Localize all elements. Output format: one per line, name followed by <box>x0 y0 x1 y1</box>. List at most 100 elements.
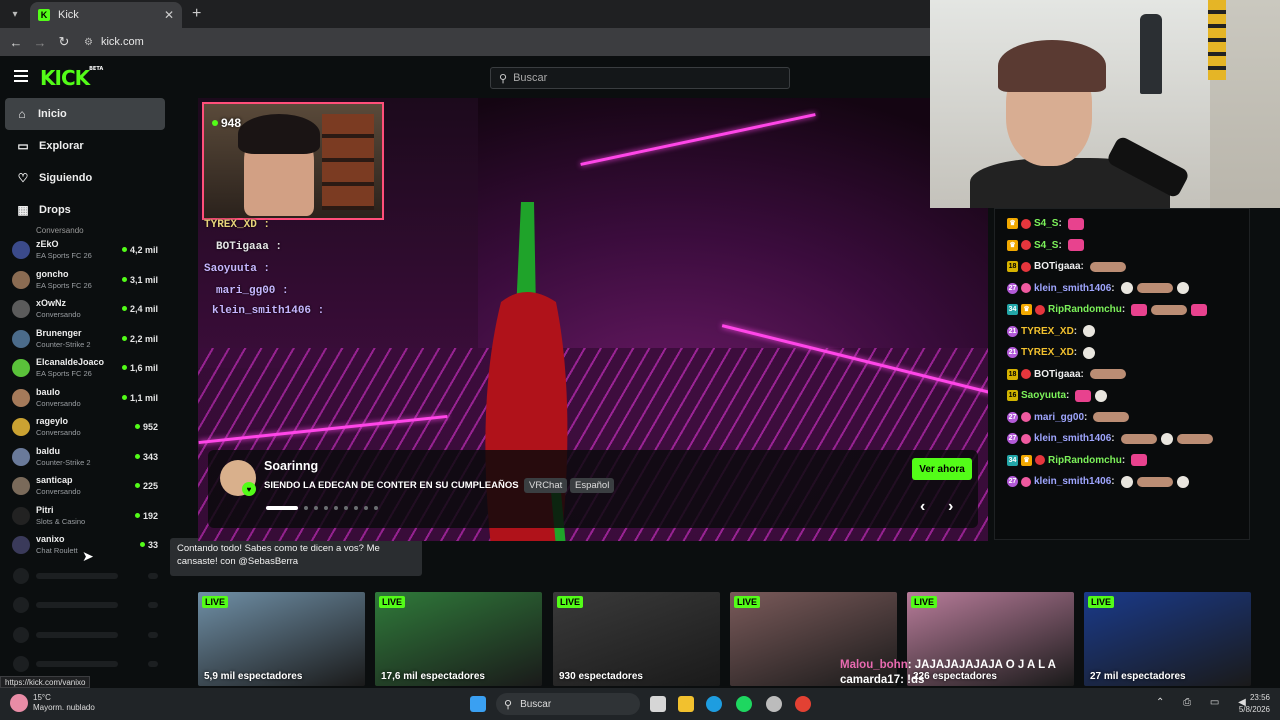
chat-username[interactable]: mari_gg00 <box>1034 412 1084 423</box>
chat-username[interactable]: BOTigaaa <box>1034 369 1081 380</box>
tag-category[interactable]: VRChat <box>524 478 568 493</box>
stream-thumbnail[interactable]: LIVE 930 espectadores <box>553 592 720 686</box>
channel-viewers: 33 <box>139 540 158 550</box>
url-field[interactable]: ⚙ kick.com <box>84 36 144 48</box>
chrome-icon[interactable] <box>795 696 811 712</box>
channel-name: Pitri <box>36 504 54 515</box>
chat-message: ♛ S4_S: <box>995 235 1249 257</box>
taskbar-search[interactable]: ⚲ Buscar <box>496 693 640 715</box>
weather-widget[interactable]: 15°C Mayorm. nublado <box>10 693 95 713</box>
channel-name: santicap <box>36 475 73 485</box>
browser-tab[interactable]: K Kick ✕ <box>30 2 182 28</box>
file-explorer-icon[interactable] <box>678 696 694 712</box>
menu-icon[interactable] <box>14 70 28 82</box>
chat-username[interactable]: S4_S <box>1034 218 1058 229</box>
sidebar-channel-goncho[interactable]: goncho EA Sports FC 26 3,1 mil <box>0 266 170 296</box>
stream-thumbnail[interactable]: LIVE 17,6 mil espectadores <box>375 592 542 686</box>
chat-username[interactable]: S4_S <box>1034 240 1058 251</box>
sidebar-channel-santicap[interactable]: santicap Conversando 225 <box>0 472 170 502</box>
cam-hair <box>238 114 320 154</box>
chat-username[interactable]: TYREX_XD <box>1021 326 1074 337</box>
chat-username[interactable]: klein_smith1406 <box>1034 433 1111 444</box>
overlay-chat-line: TYREX_XD : <box>204 219 271 231</box>
featured-stream-player[interactable]: 948 TYREX_XD : BOTigaaa : Saoyuuta : mar… <box>198 98 988 541</box>
crown-badge-icon: ♛ <box>1007 218 1018 230</box>
tab-search-icon[interactable]: ▾ <box>4 3 26 25</box>
reload-icon[interactable]: ↻ <box>52 34 76 50</box>
sidebar-item-drops[interactable]: ▦ Drops <box>0 194 170 226</box>
site-info-icon[interactable]: ⚙ <box>84 37 93 48</box>
channel-avatar <box>12 536 30 554</box>
sub-months-badge: 27 <box>1007 411 1018 423</box>
url-text: kick.com <box>100 36 144 48</box>
sidebar-channel-baldu[interactable]: baldu Counter-Strike 2 343 <box>0 443 170 473</box>
spotify-icon[interactable] <box>736 696 752 712</box>
chat-username[interactable]: TYREX_XD <box>1021 347 1074 358</box>
cam-shelf <box>322 114 374 210</box>
back-icon[interactable]: ← <box>4 35 28 50</box>
sidebar-item-inicio[interactable]: ⌂ Inicio <box>5 98 165 130</box>
sidebar-channel-baulo[interactable]: baulo Conversando 1,1 mil <box>0 384 170 414</box>
thumbnail-viewers: 5,9 mil espectadores <box>204 671 303 682</box>
sidebar-channel-rageylo[interactable]: rageylo Conversando 952 <box>0 413 170 443</box>
chat-username[interactable]: klein_smith1406 <box>1034 283 1111 294</box>
tag-language[interactable]: Español <box>570 478 615 493</box>
streamer-name[interactable]: Soarinng <box>264 459 318 473</box>
emote-icon <box>1120 282 1133 295</box>
sidebar: ⌂ Inicio ▭ Explorar ♡ Siguiendo ▦ Drops Conv… <box>0 98 170 678</box>
featured-info-panel: ♥ Soarinng SIENDO LA EDECAN DE CONTER EN… <box>208 450 978 528</box>
chat-username[interactable]: RipRandomchu <box>1048 304 1122 315</box>
emote-icon <box>1151 304 1188 315</box>
sub-months-badge: 16 <box>1007 390 1018 402</box>
search-input[interactable] <box>513 72 764 84</box>
channel-category: Conversando <box>36 398 81 408</box>
new-tab-icon[interactable]: + <box>192 5 201 23</box>
stream-thumbnail[interactable]: LIVE 27 mil espectadores <box>1084 592 1251 686</box>
channel-category-cut: Conversando <box>36 226 84 235</box>
search-icon: ⚲ <box>504 698 513 711</box>
overlay-chat-bottom: Malou_bohn: JAJAJAJAJAJA O J A L A camar… <box>840 658 1056 688</box>
channel-avatar <box>12 506 30 525</box>
sidebar-channel-zeko[interactable]: zEkO EA Sports FC 26 4,2 mil <box>0 236 170 266</box>
stream-title-tooltip: Contando todo! Sabes como te dicen a vos… <box>170 538 422 576</box>
carousel-dots[interactable] <box>266 506 384 510</box>
close-tab-icon[interactable]: ✕ <box>164 8 174 22</box>
windows-start-icon[interactable] <box>470 696 486 712</box>
steam-icon[interactable] <box>766 696 782 712</box>
chat-username[interactable]: Saoyuuta <box>1021 390 1066 401</box>
search-box[interactable]: ⚲ <box>490 67 790 89</box>
carousel-next-icon[interactable]: › <box>948 498 953 516</box>
sidebar-channel-pitri[interactable]: Pitri Slots & Casino 192 <box>0 502 170 532</box>
emote-icon <box>1083 325 1096 338</box>
channel-name: xOwNz <box>36 298 67 308</box>
overlay-chat-line: klein_smith1406 : <box>212 305 325 317</box>
overlay-chat-line: mari_gg00 : <box>216 285 289 297</box>
sidebar-item-explorar[interactable]: ▭ Explorar <box>0 130 170 162</box>
streamer-avatar[interactable]: ♥ <box>220 460 256 496</box>
live-badge: LIVE <box>202 596 229 608</box>
sidebar-channel-elcanaldejoaco[interactable]: ElcanaldeJoaco EA Sports FC 26 1,6 mil <box>0 354 170 384</box>
chat-username[interactable]: RipRandomchu <box>1048 455 1122 466</box>
live-badge: LIVE <box>379 596 406 608</box>
edge-icon[interactable] <box>706 696 722 712</box>
chat-username[interactable]: klein_smith1406 <box>1034 476 1111 487</box>
channel-category: EA Sports FC 26 <box>36 280 92 290</box>
chat-username[interactable]: BOTigaaa <box>1034 261 1081 272</box>
carousel-prev-icon[interactable]: ‹ <box>920 498 925 516</box>
sidebar-item-siguiendo[interactable]: ♡ Siguiendo <box>0 162 170 194</box>
webcam-flag <box>1208 0 1226 80</box>
channel-avatar <box>12 418 30 436</box>
webcam-cap <box>998 40 1106 92</box>
sub-badge-icon <box>1021 433 1031 444</box>
forward-icon[interactable]: → <box>28 35 52 50</box>
clock[interactable]: 23:56 5/8/2026 <box>1239 692 1270 716</box>
stream-thumbnail[interactable]: LIVE 5,9 mil espectadores <box>198 592 365 686</box>
kick-logo[interactable]: KICKBETA <box>40 66 103 90</box>
chat-overlay: ♛ S4_S: ♛ S4_S:18 BOTigaaa:27 klein_smith1406… <box>994 208 1250 540</box>
sidebar-channel-brunenger[interactable]: Brunenger Counter-Strike 2 2,2 mil <box>0 325 170 355</box>
taskbar-search-label: Buscar <box>520 698 552 710</box>
watch-now-button[interactable]: Ver ahora <box>912 458 972 480</box>
sidebar-channel-xownz[interactable]: xOwNz Conversando 2,4 mil <box>0 295 170 325</box>
sub-months-badge: 27 <box>1007 476 1018 488</box>
task-view-icon[interactable] <box>650 696 666 712</box>
